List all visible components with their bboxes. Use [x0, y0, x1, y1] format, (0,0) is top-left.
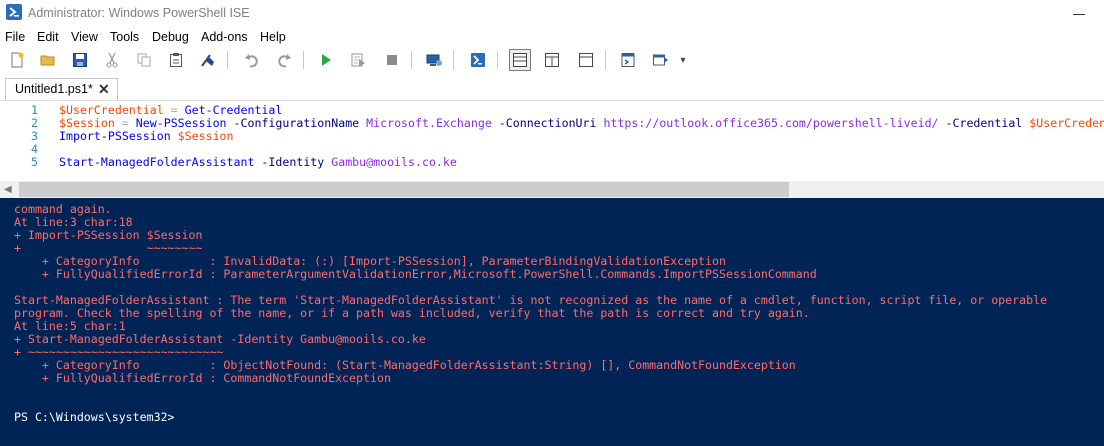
toolbar-separator	[497, 51, 498, 69]
code-token: Get-Credential	[184, 103, 283, 117]
show-script-pane-top-button[interactable]	[509, 49, 531, 71]
code-token: $UserCredential	[1029, 116, 1104, 130]
show-command-addon-button[interactable]	[649, 49, 671, 71]
code-token: https://outlook.office365.com/powershell…	[603, 116, 939, 130]
code-token: Gambu@mooils.co.ke	[331, 155, 457, 169]
layout-maximized-icon	[579, 53, 593, 67]
code-token: =	[163, 103, 185, 117]
title-bar: Administrator: Windows PowerShell ISE	[0, 0, 1104, 28]
clear-console-button[interactable]	[197, 49, 219, 71]
run-selection-button[interactable]	[347, 49, 369, 71]
start-powershell-button[interactable]	[467, 49, 489, 71]
toolbar-separator	[227, 51, 228, 69]
code-token: Import-PSSession	[59, 129, 171, 143]
menu-edit[interactable]: Edit	[37, 30, 59, 44]
console-error-line: + FullyQualifiedErrorId : CommandNotFoun…	[14, 371, 391, 385]
menu-view[interactable]: View	[71, 30, 98, 44]
remote-computer-icon	[426, 54, 442, 66]
code-token: $Session	[177, 129, 234, 143]
layout-right-icon	[545, 53, 559, 67]
code-token: Microsoft.Exchange	[366, 116, 492, 130]
console-pane[interactable]: command again. At line:3 char:18 + Import-…	[0, 198, 1104, 446]
menu-debug[interactable]: Debug	[152, 30, 189, 44]
clipboard-icon	[170, 53, 182, 67]
run-selection-icon	[351, 53, 365, 67]
code-token: -ConfigurationName	[226, 116, 367, 130]
stop-icon	[387, 55, 397, 65]
cut-button[interactable]	[101, 49, 123, 71]
command-window-icon	[621, 53, 635, 67]
code-token: -Credential	[938, 116, 1030, 130]
menu-file[interactable]: File	[5, 30, 25, 44]
show-command-window-button[interactable]	[617, 49, 639, 71]
menu-help[interactable]: Help	[260, 30, 286, 44]
redo-button[interactable]	[273, 49, 295, 71]
menu-tools[interactable]: Tools	[110, 30, 139, 44]
console-error-line: program. Check the spelling of the name,…	[14, 306, 810, 320]
tab-untitled1[interactable]: Untitled1.ps1* ✕	[5, 78, 118, 100]
command-addon-icon	[653, 54, 668, 66]
toolbar-separator	[303, 51, 304, 69]
code-token: $Session	[59, 116, 115, 130]
undo-arrow-icon	[245, 54, 258, 68]
script-editor[interactable]: 1 $UserCredential = Get-Credential 2 $Sessi…	[0, 101, 1104, 181]
window-title: Administrator: Windows PowerShell ISE	[28, 6, 250, 20]
stop-button[interactable]	[381, 49, 403, 71]
layout-top-icon	[513, 53, 527, 67]
menu-add-ons[interactable]: Add-ons	[201, 30, 248, 44]
powershell-ise-icon	[6, 4, 22, 20]
toolbar-overflow-button[interactable]: ▾	[676, 49, 690, 71]
copy-icon	[137, 53, 151, 67]
copy-button[interactable]	[133, 49, 155, 71]
console-prompt: PS C:\Windows\system32>	[14, 410, 175, 424]
code-text: Import-PSSession $Session	[59, 130, 234, 143]
run-script-button[interactable]	[315, 49, 337, 71]
show-script-pane-maximized-button[interactable]	[575, 49, 597, 71]
powershell-icon	[471, 53, 485, 67]
console-error-line: + FullyQualifiedErrorId : ParameterArgum…	[14, 267, 817, 281]
new-script-button[interactable]	[6, 49, 28, 71]
show-script-pane-right-button[interactable]	[541, 49, 563, 71]
undo-button[interactable]	[241, 49, 263, 71]
menu-bar: File Edit View Tools Debug Add-ons Help	[0, 28, 1104, 46]
paste-button[interactable]	[165, 49, 187, 71]
broom-icon	[201, 54, 214, 67]
scrollbar-thumb[interactable]	[19, 182, 789, 197]
code-token: -Identity	[254, 155, 332, 169]
editor-horizontal-scrollbar[interactable]: ◀	[0, 181, 1104, 198]
code-token: New-PSSession	[135, 116, 227, 130]
close-tab-icon[interactable]: ✕	[98, 81, 110, 98]
toolbar-separator	[605, 51, 606, 69]
line-number: 5	[31, 155, 38, 169]
save-button[interactable]	[69, 49, 91, 71]
scroll-left-arrow-icon[interactable]: ◀	[4, 184, 12, 195]
code-token: -ConnectionUri	[491, 116, 604, 130]
toolbar-separator	[411, 51, 412, 69]
minimize-button[interactable]	[1064, 2, 1094, 24]
code-text: Start-ManagedFolderAssistant -Identity G…	[59, 156, 457, 169]
folder-icon	[40, 55, 55, 66]
tab-label: Untitled1.ps1*	[15, 82, 93, 96]
scissors-icon	[106, 52, 118, 68]
code-token: Start-ManagedFolderAssistant	[59, 155, 255, 169]
redo-arrow-icon	[278, 54, 291, 68]
toolbar-separator	[453, 51, 454, 69]
code-token: $UserCredential	[59, 103, 164, 117]
play-icon	[322, 54, 331, 66]
script-tab-strip: Untitled1.ps1* ✕	[0, 74, 1104, 102]
save-disk-icon	[73, 53, 87, 67]
code-token: =	[114, 116, 136, 130]
new-file-icon	[11, 52, 24, 68]
open-button[interactable]	[37, 49, 59, 71]
new-remote-tab-button[interactable]	[423, 49, 445, 71]
toolbar: ▾	[0, 46, 1104, 74]
